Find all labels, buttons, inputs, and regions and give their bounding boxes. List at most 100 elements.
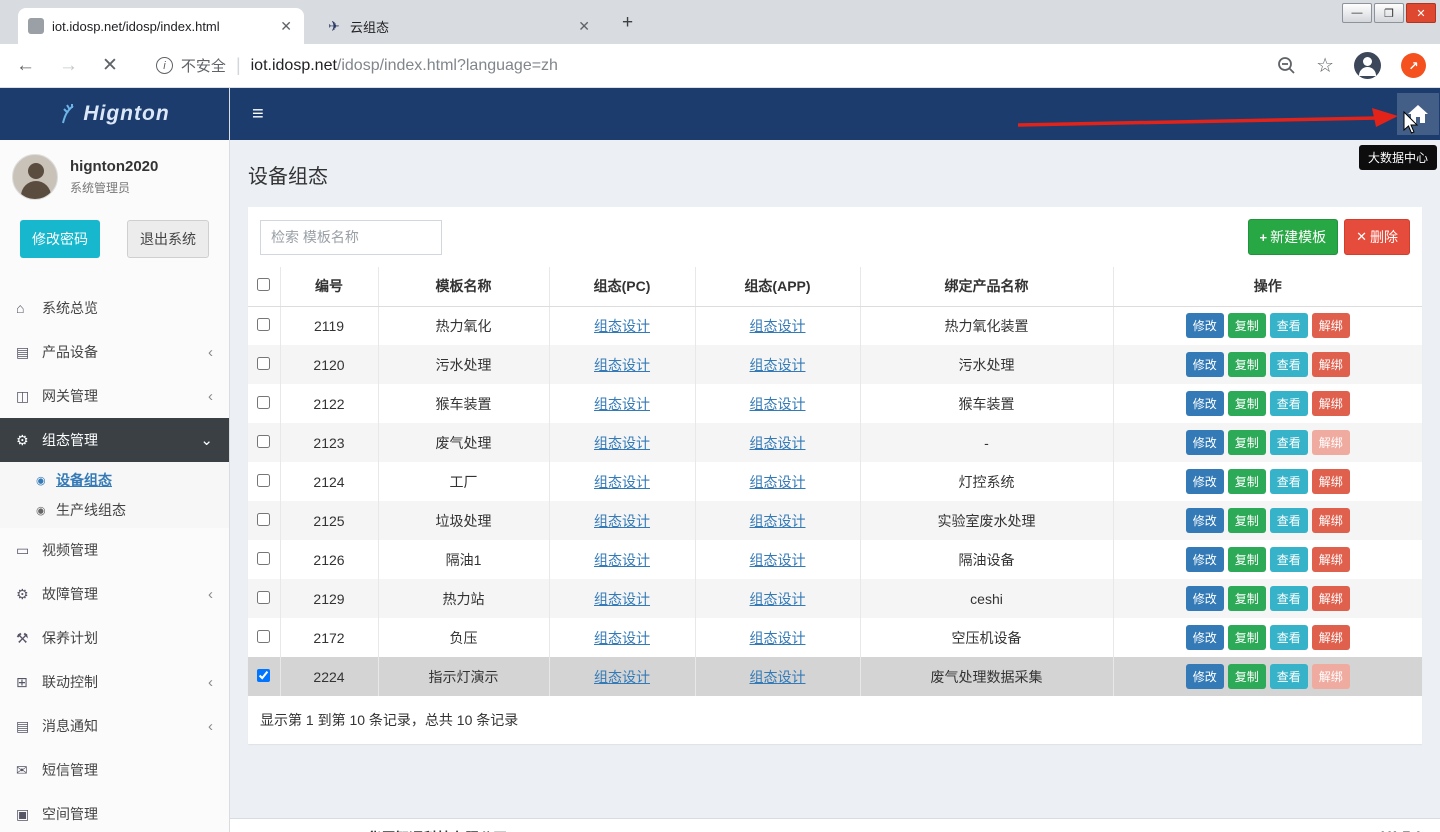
edit-button[interactable]: 修改 bbox=[1186, 391, 1224, 416]
change-password-button[interactable]: 修改密码 bbox=[20, 220, 100, 258]
restore-button[interactable]: ❐ bbox=[1374, 3, 1404, 23]
row-checkbox[interactable] bbox=[257, 318, 270, 331]
unbind-button[interactable]: 解绑 bbox=[1312, 547, 1350, 572]
edit-button[interactable]: 修改 bbox=[1186, 586, 1224, 611]
unbind-button[interactable]: 解绑 bbox=[1312, 508, 1350, 533]
copy-button[interactable]: 复制 bbox=[1228, 586, 1266, 611]
edit-button[interactable]: 修改 bbox=[1186, 508, 1224, 533]
view-button[interactable]: 查看 bbox=[1270, 352, 1308, 377]
unbind-button[interactable]: 解绑 bbox=[1312, 313, 1350, 338]
unbind-button[interactable]: 解绑 bbox=[1312, 430, 1350, 455]
orange-extension-icon[interactable]: ↗ bbox=[1401, 53, 1426, 78]
app-config-link[interactable]: 组态设计 bbox=[750, 318, 806, 334]
sidebar-item-sms-management[interactable]: ✉短信管理 bbox=[0, 748, 229, 792]
edit-button[interactable]: 修改 bbox=[1186, 547, 1224, 572]
copy-button[interactable]: 复制 bbox=[1228, 352, 1266, 377]
pc-config-link[interactable]: 组态设计 bbox=[594, 396, 650, 412]
view-button[interactable]: 查看 bbox=[1270, 430, 1308, 455]
row-checkbox[interactable] bbox=[257, 552, 270, 565]
edit-button[interactable]: 修改 bbox=[1186, 625, 1224, 650]
select-all-checkbox[interactable] bbox=[257, 278, 270, 291]
sidebar-item-gateway-management[interactable]: ◫网关管理‹ bbox=[0, 374, 229, 418]
tab-close-icon[interactable]: ✕ bbox=[576, 18, 592, 35]
logout-button[interactable]: 退出系统 bbox=[127, 220, 209, 258]
sidebar-item-system-overview[interactable]: ⌂系统总览 bbox=[0, 286, 229, 330]
pc-config-link[interactable]: 组态设计 bbox=[594, 357, 650, 373]
url-text[interactable]: iot.idosp.net/idosp/index.html?language=… bbox=[251, 57, 558, 75]
app-config-link[interactable]: 组态设计 bbox=[750, 669, 806, 685]
sidebar-toggle-icon[interactable]: ≡ bbox=[230, 103, 286, 126]
new-template-button[interactable]: +新建模板 bbox=[1248, 219, 1339, 255]
app-config-link[interactable]: 组态设计 bbox=[750, 435, 806, 451]
stop-loading-icon[interactable]: ✕ bbox=[102, 54, 118, 77]
sidebar-item-linkage-control[interactable]: ⊞联动控制‹ bbox=[0, 660, 229, 704]
pc-config-link[interactable]: 组态设计 bbox=[594, 474, 650, 490]
row-checkbox[interactable] bbox=[257, 357, 270, 370]
pc-config-link[interactable]: 组态设计 bbox=[594, 318, 650, 334]
bookmark-star-icon[interactable]: ☆ bbox=[1316, 53, 1334, 78]
unbind-button[interactable]: 解绑 bbox=[1312, 352, 1350, 377]
tab-close-icon[interactable]: ✕ bbox=[278, 18, 294, 35]
sidebar-item-product-equipment[interactable]: ▤产品设备‹ bbox=[0, 330, 229, 374]
sidebar-item-space-management[interactable]: ▣空间管理 bbox=[0, 792, 229, 832]
row-checkbox[interactable] bbox=[257, 630, 270, 643]
zoom-icon[interactable] bbox=[1277, 56, 1296, 75]
edit-button[interactable]: 修改 bbox=[1186, 664, 1224, 689]
pc-config-link[interactable]: 组态设计 bbox=[594, 669, 650, 685]
unbind-button[interactable]: 解绑 bbox=[1312, 625, 1350, 650]
browser-tab-active[interactable]: iot.idosp.net/idosp/index.html ✕ bbox=[18, 8, 304, 44]
view-button[interactable]: 查看 bbox=[1270, 469, 1308, 494]
pc-config-link[interactable]: 组态设计 bbox=[594, 435, 650, 451]
row-checkbox[interactable] bbox=[257, 591, 270, 604]
app-config-link[interactable]: 组态设计 bbox=[750, 357, 806, 373]
app-config-link[interactable]: 组态设计 bbox=[750, 591, 806, 607]
pc-config-link[interactable]: 组态设计 bbox=[594, 513, 650, 529]
view-button[interactable]: 查看 bbox=[1270, 547, 1308, 572]
row-checkbox[interactable] bbox=[257, 669, 270, 682]
close-button[interactable]: ✕ bbox=[1406, 3, 1436, 23]
app-config-link[interactable]: 组态设计 bbox=[750, 474, 806, 490]
view-button[interactable]: 查看 bbox=[1270, 664, 1308, 689]
edit-button[interactable]: 修改 bbox=[1186, 352, 1224, 377]
browser-tab-inactive[interactable]: ✈ 云组态 ✕ bbox=[316, 8, 602, 44]
row-checkbox[interactable] bbox=[257, 474, 270, 487]
sidebar-item-configuration-management[interactable]: ⚙组态管理⌄ bbox=[0, 418, 229, 462]
back-icon[interactable]: ← bbox=[16, 55, 35, 77]
app-config-link[interactable]: 组态设计 bbox=[750, 513, 806, 529]
view-button[interactable]: 查看 bbox=[1270, 508, 1308, 533]
page-info-icon[interactable]: i bbox=[156, 57, 173, 74]
copy-button[interactable]: 复制 bbox=[1228, 625, 1266, 650]
row-checkbox[interactable] bbox=[257, 513, 270, 526]
view-button[interactable]: 查看 bbox=[1270, 313, 1308, 338]
copy-button[interactable]: 复制 bbox=[1228, 313, 1266, 338]
row-checkbox[interactable] bbox=[257, 396, 270, 409]
edit-button[interactable]: 修改 bbox=[1186, 430, 1224, 455]
copy-button[interactable]: 复制 bbox=[1228, 664, 1266, 689]
minimize-button[interactable]: — bbox=[1342, 3, 1372, 23]
copy-button[interactable]: 复制 bbox=[1228, 547, 1266, 572]
pc-config-link[interactable]: 组态设计 bbox=[594, 630, 650, 646]
forward-icon[interactable]: → bbox=[59, 55, 78, 77]
home-icon[interactable] bbox=[1397, 93, 1439, 135]
browser-profile-icon[interactable] bbox=[1354, 52, 1381, 79]
app-config-link[interactable]: 组态设计 bbox=[750, 630, 806, 646]
sidebar-item-message-notification[interactable]: ▤消息通知‹ bbox=[0, 704, 229, 748]
view-button[interactable]: 查看 bbox=[1270, 625, 1308, 650]
search-input[interactable] bbox=[260, 220, 442, 255]
copy-button[interactable]: 复制 bbox=[1228, 508, 1266, 533]
edit-button[interactable]: 修改 bbox=[1186, 313, 1224, 338]
sidebar-subitem-production-line-configuration[interactable]: ◉生产线组态 bbox=[0, 495, 229, 525]
copy-button[interactable]: 复制 bbox=[1228, 391, 1266, 416]
unbind-button[interactable]: 解绑 bbox=[1312, 586, 1350, 611]
sidebar-item-maintenance-plan[interactable]: ⚒保养计划 bbox=[0, 616, 229, 660]
sidebar-item-fault-management[interactable]: ⚙故障管理‹ bbox=[0, 572, 229, 616]
view-button[interactable]: 查看 bbox=[1270, 586, 1308, 611]
row-checkbox[interactable] bbox=[257, 435, 270, 448]
unbind-button[interactable]: 解绑 bbox=[1312, 469, 1350, 494]
sidebar-subitem-device-configuration[interactable]: ◉设备组态 bbox=[0, 465, 229, 495]
new-tab-button[interactable]: + bbox=[622, 12, 633, 34]
app-config-link[interactable]: 组态设计 bbox=[750, 552, 806, 568]
pc-config-link[interactable]: 组态设计 bbox=[594, 552, 650, 568]
edit-button[interactable]: 修改 bbox=[1186, 469, 1224, 494]
sidebar-item-video-management[interactable]: ▭视频管理 bbox=[0, 528, 229, 572]
